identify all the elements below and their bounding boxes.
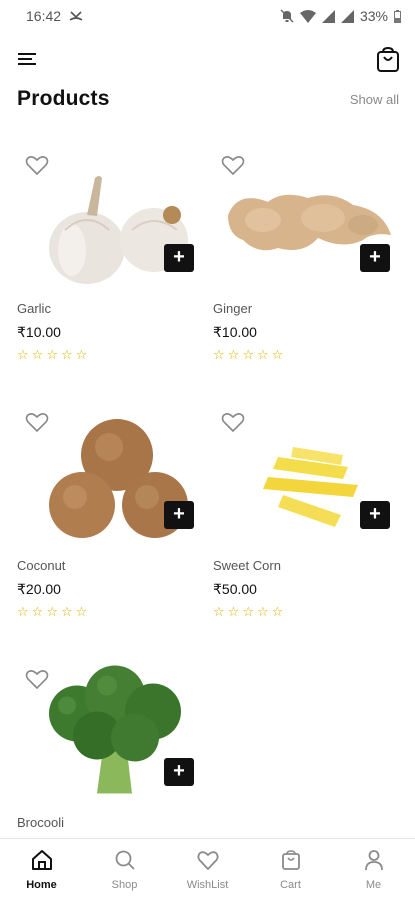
missed-call-icon <box>69 11 83 21</box>
star-icon: ☆ <box>271 604 284 619</box>
search-icon <box>115 850 135 870</box>
wishlist-heart-icon[interactable] <box>25 411 49 433</box>
product-price: ₹50.00 <box>213 581 257 597</box>
star-icon: ☆ <box>256 604 269 619</box>
status-left: 16:42 <box>26 8 83 24</box>
status-right: 33% <box>280 8 401 24</box>
add-to-cart-button[interactable]: + <box>164 758 194 786</box>
nav-cart[interactable]: Cart <box>249 839 332 900</box>
wishlist-heart-icon[interactable] <box>25 668 49 690</box>
product-name: Brocooli <box>17 815 64 830</box>
wishlist-heart-icon[interactable] <box>25 154 49 176</box>
signal-icon <box>321 9 335 23</box>
show-all-link[interactable]: Show all <box>350 92 399 107</box>
product-name: Ginger <box>213 301 253 316</box>
star-icon: ☆ <box>256 347 269 362</box>
home-icon <box>31 850 52 870</box>
star-icon: ☆ <box>227 347 240 362</box>
nav-me[interactable]: Me <box>332 839 415 900</box>
nav-label: Shop <box>111 879 138 891</box>
product-card-sweet-corn[interactable]: + Sweet Corn ₹50.00 ☆ ☆ ☆ ☆ ☆ <box>213 407 401 643</box>
star-icon: ☆ <box>46 604 58 619</box>
star-icon: ☆ <box>17 604 29 619</box>
nav-wishlist[interactable]: WishList <box>166 839 249 900</box>
add-to-cart-button[interactable]: + <box>360 501 390 529</box>
product-price: ₹20.00 <box>17 581 61 597</box>
battery-icon <box>394 9 401 23</box>
star-icon: ☆ <box>31 347 44 362</box>
wifi-icon <box>299 9 316 23</box>
heart-icon <box>196 851 219 871</box>
star-rating: ☆ ☆ ☆ ☆ ☆ <box>17 348 87 362</box>
star-icon: ☆ <box>46 347 58 362</box>
app-bar <box>0 42 415 78</box>
mute-bell-icon <box>280 9 294 23</box>
product-name: Coconut <box>17 558 66 573</box>
nav-label: Me <box>365 879 382 891</box>
star-icon: ☆ <box>75 347 88 362</box>
add-to-cart-button[interactable]: + <box>164 501 194 529</box>
star-icon: ☆ <box>31 604 44 619</box>
product-card-ginger[interactable]: + Ginger ₹10.00 ☆ ☆ ☆ ☆ ☆ <box>213 150 401 386</box>
star-icon: ☆ <box>271 347 284 362</box>
star-icon: ☆ <box>227 604 240 619</box>
product-name: Garlic <box>17 301 51 316</box>
star-rating: ☆ ☆ ☆ ☆ ☆ <box>213 605 283 619</box>
star-icon: ☆ <box>213 347 225 362</box>
star-icon: ☆ <box>213 604 225 619</box>
star-rating: ☆ ☆ ☆ ☆ ☆ <box>213 348 283 362</box>
nav-label: Home <box>26 879 57 891</box>
product-card-coconut[interactable]: + Coconut ₹20.00 ☆ ☆ ☆ ☆ ☆ <box>17 407 205 643</box>
menu-icon[interactable] <box>16 50 40 70</box>
star-icon: ☆ <box>242 347 254 362</box>
add-to-cart-button[interactable]: + <box>164 244 194 272</box>
star-icon: ☆ <box>17 347 29 362</box>
product-name: Sweet Corn <box>213 558 281 573</box>
product-price: ₹10.00 <box>213 324 257 340</box>
add-to-cart-button[interactable]: + <box>360 244 390 272</box>
wishlist-heart-icon[interactable] <box>221 411 245 433</box>
battery-percent: 33% <box>359 8 388 24</box>
signal-icon-2 <box>340 9 354 23</box>
star-icon: ☆ <box>60 347 73 362</box>
person-icon <box>364 850 383 871</box>
star-icon: ☆ <box>75 604 88 619</box>
nav-shop[interactable]: Shop <box>83 839 166 900</box>
products-heading-row: Products Show all <box>17 84 399 114</box>
product-card-garlic[interactable]: + Garlic ₹10.00 ☆ ☆ ☆ ☆ ☆ <box>17 150 205 386</box>
status-time: 16:42 <box>26 8 62 24</box>
nav-label: WishList <box>186 879 229 891</box>
star-icon: ☆ <box>242 604 254 619</box>
bag-icon <box>281 850 300 870</box>
product-price: ₹10.00 <box>17 324 61 340</box>
nav-label: Cart <box>280 879 301 891</box>
page-title: Products <box>17 87 110 110</box>
status-bar: 16:42 33% <box>0 0 415 32</box>
wishlist-heart-icon[interactable] <box>221 154 245 176</box>
star-icon: ☆ <box>60 604 73 619</box>
nav-home[interactable]: Home <box>0 839 83 900</box>
shopping-bag-icon[interactable] <box>375 46 401 74</box>
star-rating: ☆ ☆ ☆ ☆ ☆ <box>17 605 87 619</box>
bottom-navigation: Home Shop WishList Cart Me <box>0 838 415 900</box>
